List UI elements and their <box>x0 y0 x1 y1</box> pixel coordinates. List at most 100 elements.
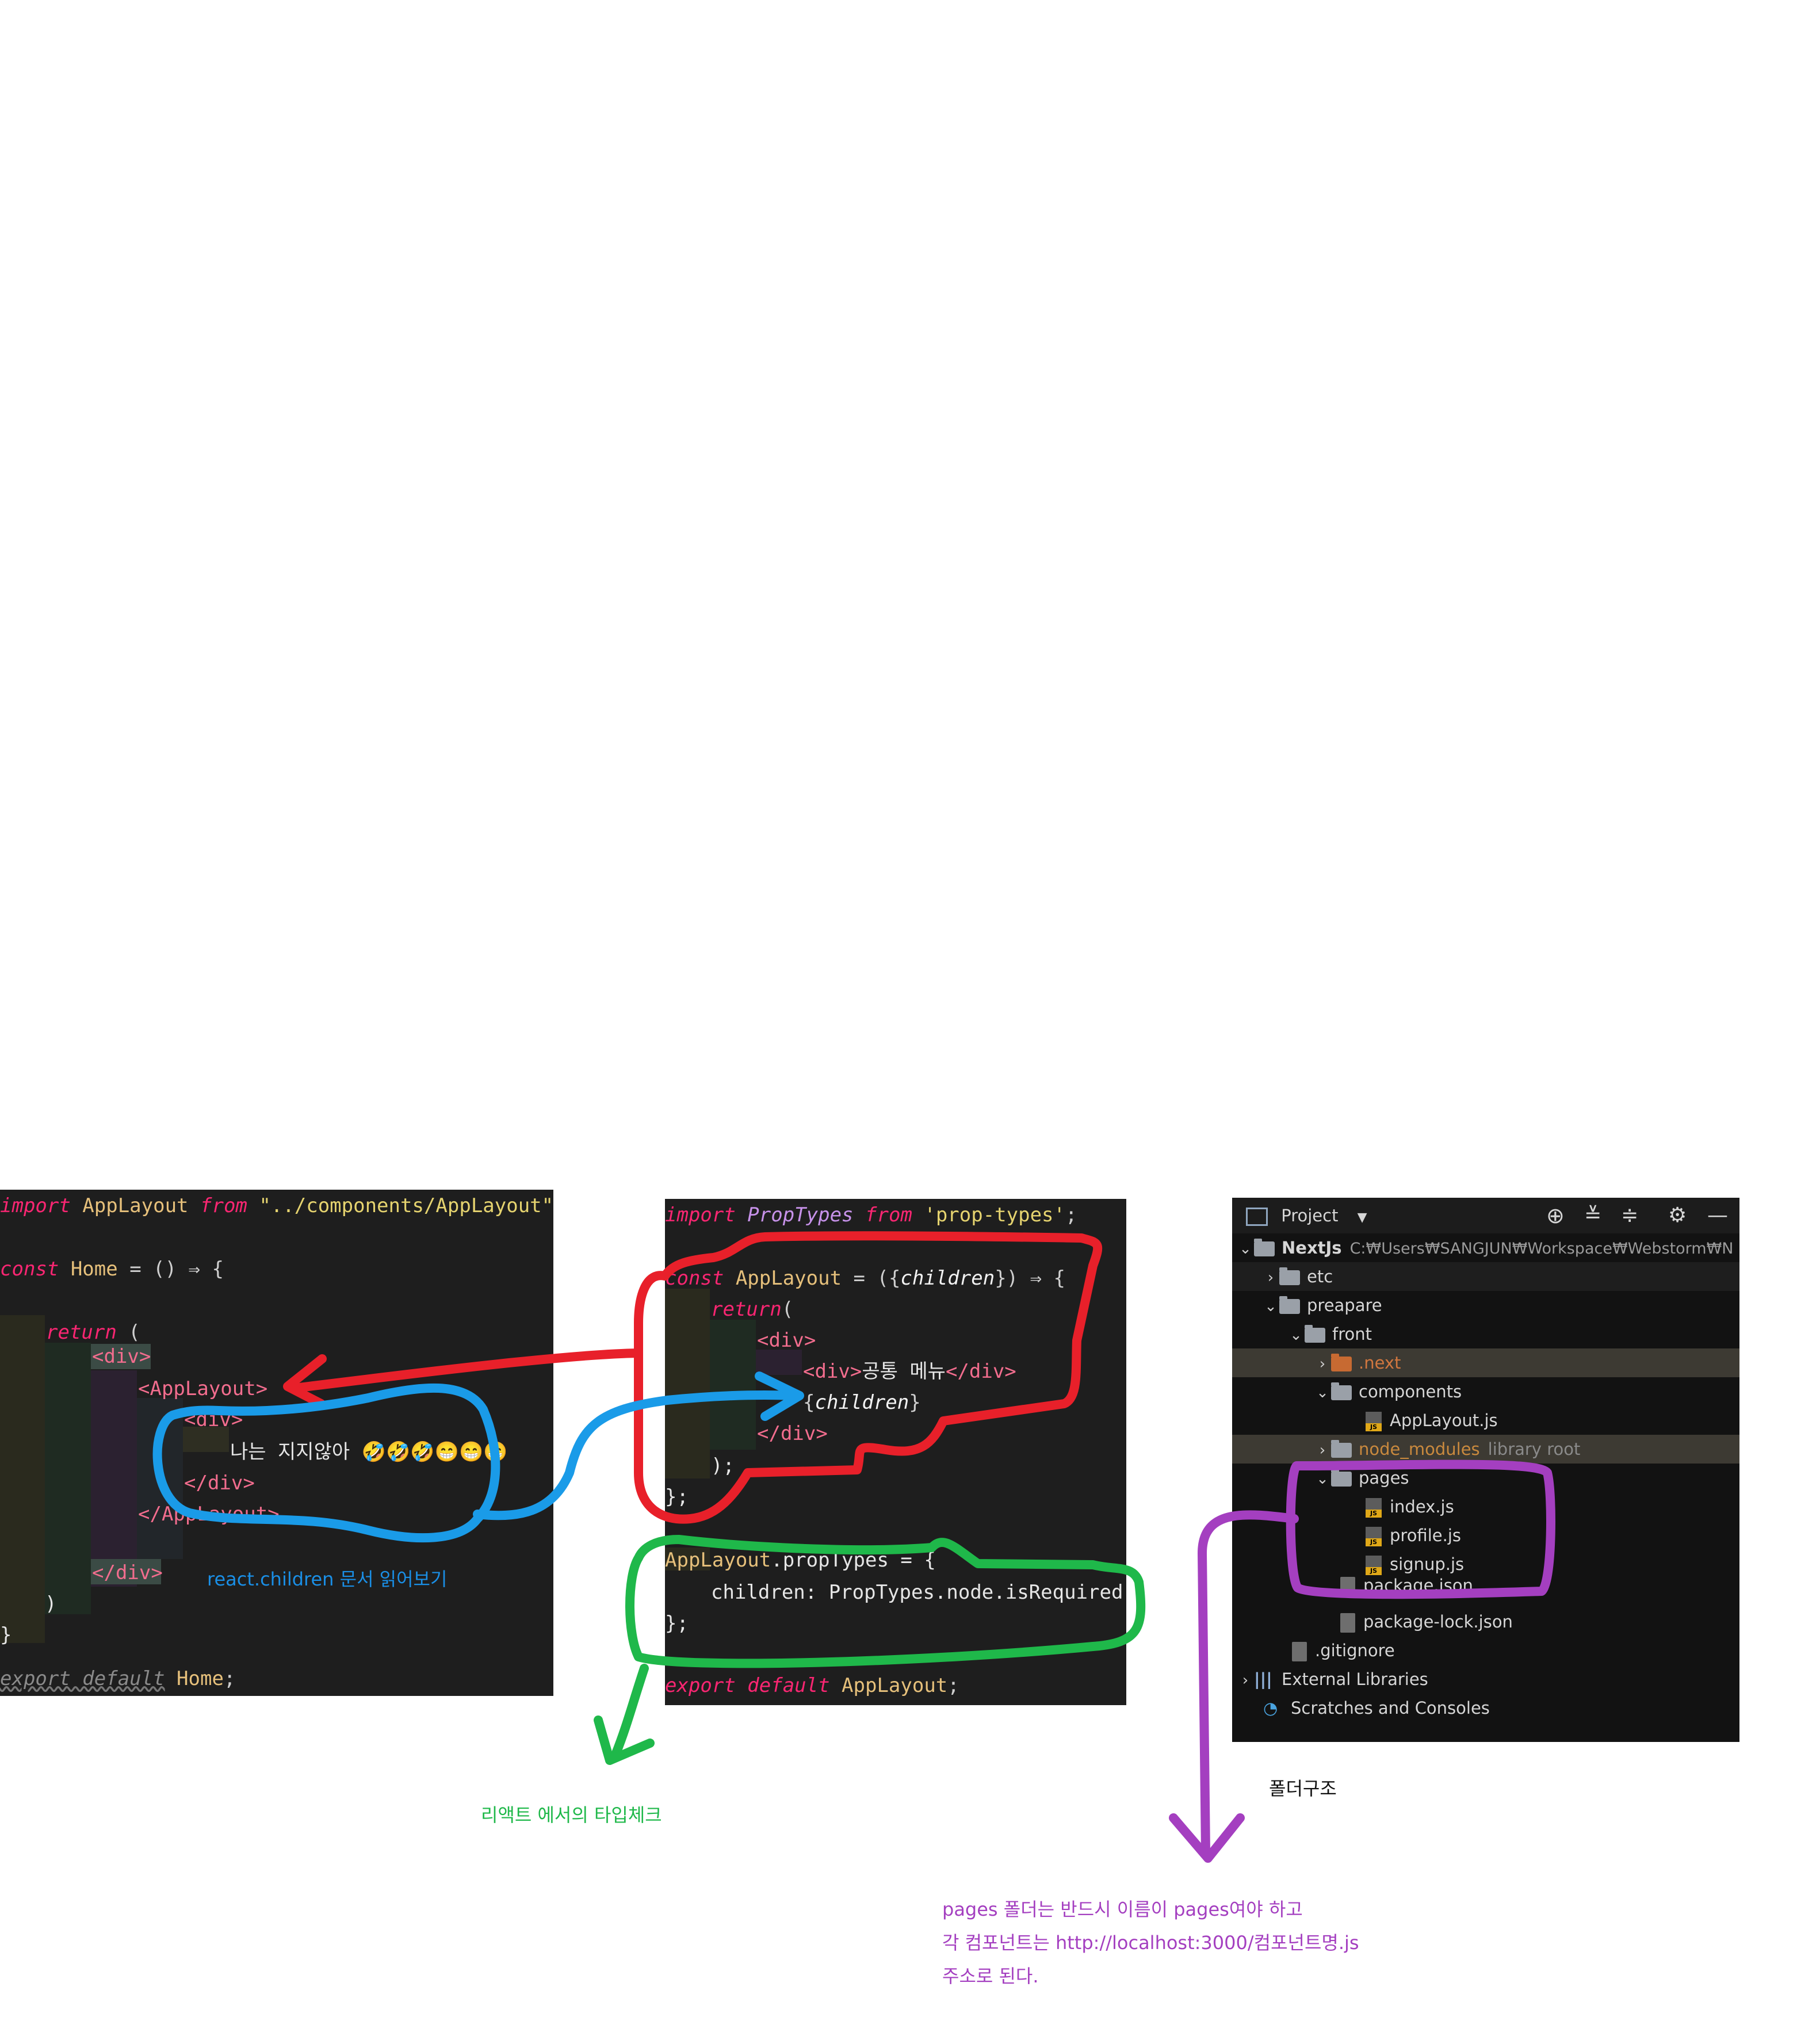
js-file-icon <box>1366 1527 1382 1546</box>
type-check-note: 리액트 에서의 타입체크 <box>481 1804 662 1826</box>
item-label: preapare <box>1307 1296 1382 1315</box>
tree-item-package-lock-json[interactable]: package-lock.json <box>1232 1607 1739 1636</box>
punc: = () ⇒ { <box>117 1258 224 1281</box>
minimize-icon[interactable]: — <box>1707 1198 1728 1233</box>
chevron-down-icon[interactable]: ⌄ <box>1262 1292 1279 1321</box>
code-line-12: }; <box>665 1612 689 1635</box>
expand-all-icon[interactable]: ≚ <box>1584 1198 1601 1233</box>
code-line-10: </div> <box>92 1561 163 1584</box>
ident: PropTypes <box>735 1203 865 1227</box>
tree-item-pages[interactable]: ⌄ pages <box>1232 1464 1739 1492</box>
react-children-note: react.children 문서 읽어보기 <box>207 1568 448 1590</box>
tree-item-profile-js[interactable]: profile.js <box>1232 1521 1739 1550</box>
chevron-right-icon[interactable]: › <box>1314 1436 1331 1465</box>
ident: AppLayout <box>70 1194 200 1217</box>
chevron-right-icon[interactable]: › <box>1262 1263 1279 1292</box>
code-line-3: return ( <box>46 1319 140 1346</box>
item-label: signup.js <box>1390 1554 1465 1574</box>
code-line-11: ) <box>45 1592 57 1615</box>
folder-icon <box>1279 1267 1300 1285</box>
tree-item-front[interactable]: ⌄ front <box>1232 1320 1739 1348</box>
folder-icon <box>1331 1469 1352 1487</box>
tree-item-gitignore[interactable]: .gitignore <box>1232 1636 1739 1665</box>
folder-icon <box>1305 1325 1325 1343</box>
project-header: Project ▼ ⊕ ≚ ≑ ⚙ — <box>1232 1198 1739 1233</box>
indent-guide-1 <box>665 1289 710 1478</box>
kw-export-default: export default <box>665 1674 830 1697</box>
chevron-down-icon[interactable]: ⌄ <box>1287 1321 1305 1350</box>
ident: AppLayout <box>829 1674 948 1697</box>
ident: AppLayout <box>724 1267 842 1290</box>
item-label: pages <box>1359 1468 1409 1488</box>
json-file-icon <box>1340 1577 1355 1596</box>
project-tool-window[interactable]: Project ▼ ⊕ ≚ ≑ ⚙ — ⌄ NextJs C:₩Users₩SANG… <box>1232 1198 1739 1742</box>
string: 'prop-types' <box>912 1203 1065 1227</box>
tree-item-next[interactable]: › .next <box>1232 1348 1739 1377</box>
project-title[interactable]: Project <box>1281 1206 1338 1225</box>
chevron-down-icon[interactable]: ⌄ <box>1314 1465 1331 1493</box>
item-label: package.json <box>1363 1576 1473 1595</box>
item-suffix: library root <box>1488 1439 1581 1459</box>
ident: AppLayout <box>665 1549 771 1572</box>
tag: </div> <box>945 1360 1016 1383</box>
green-arrowhead <box>594 1715 655 1765</box>
item-label: Scratches and Consoles <box>1291 1698 1490 1718</box>
root-path: C:₩Users₩SANGJUN₩Workspace₩Webstorm₩N <box>1349 1240 1734 1258</box>
item-label: package-lock.json <box>1363 1612 1513 1632</box>
tree-item-preapare[interactable]: ⌄ preapare <box>1232 1291 1739 1320</box>
applayout-code-editor[interactable]: import PropTypes from 'prop-types'; cons… <box>665 1199 1126 1705</box>
punc: ; <box>223 1667 236 1690</box>
tree-item-node-modules[interactable]: › node_modules library root <box>1232 1435 1739 1464</box>
chevron-right-icon[interactable]: › <box>1314 1350 1331 1378</box>
chevron-down-icon[interactable]: ⌄ <box>1237 1235 1254 1263</box>
home-code-editor[interactable]: import AppLayout from "../components/App… <box>0 1190 553 1696</box>
tree-item-scratches[interactable]: ◔ Scratches and Consoles <box>1232 1694 1739 1722</box>
folder-icon <box>1254 1239 1275 1256</box>
indent-guide-4 <box>137 1398 183 1559</box>
param: children <box>815 1391 909 1414</box>
folder-structure-note: 폴더구조 <box>1269 1778 1337 1799</box>
tree-item-index-js[interactable]: index.js <box>1232 1492 1739 1521</box>
kw-return: return <box>46 1321 117 1344</box>
item-label: .gitignore <box>1315 1641 1395 1660</box>
js-file-icon <box>1366 1412 1382 1431</box>
item-label: External Libraries <box>1282 1669 1428 1689</box>
gear-icon[interactable]: ⚙ <box>1668 1198 1687 1233</box>
param: children <box>900 1267 995 1290</box>
ident: Home <box>59 1258 118 1281</box>
kw-import: import <box>0 1194 71 1217</box>
code-line-9: }; <box>665 1485 689 1508</box>
punc: }) ⇒ { <box>995 1267 1066 1290</box>
locate-icon[interactable]: ⊕ <box>1546 1198 1565 1233</box>
tree-item-external-libraries[interactable]: › ||| External Libraries <box>1232 1665 1739 1694</box>
tree-item-etc[interactable]: › etc <box>1232 1262 1739 1291</box>
project-window-icon <box>1246 1208 1268 1226</box>
tree-item-package-json[interactable]: package.json <box>1232 1574 1739 1597</box>
pages-note-line-2: 각 컴포넌트는 http://localhost:3000/컴포넌트명.js <box>942 1932 1359 1954</box>
indent-guide-3 <box>91 1370 137 1587</box>
string: "../components/AppLayout" <box>247 1194 553 1217</box>
tree-item-components[interactable]: ⌄ components <box>1232 1377 1739 1406</box>
green-arrow <box>611 1664 649 1759</box>
item-label: node_modules <box>1359 1439 1480 1459</box>
code-line-13: export default Home; <box>0 1665 235 1692</box>
kw-import: import <box>665 1203 736 1227</box>
punc: } <box>909 1391 921 1414</box>
item-label: etc <box>1307 1267 1333 1286</box>
chevron-down-icon[interactable]: ▼ <box>1358 1210 1367 1225</box>
code-line-8: </div> <box>184 1472 255 1495</box>
code-line-5: <AppLayout> <box>138 1377 268 1400</box>
root-name: NextJs <box>1282 1238 1342 1258</box>
punc: ; <box>1065 1203 1077 1227</box>
chevron-down-icon[interactable]: ⌄ <box>1314 1378 1331 1407</box>
pages-note-line-3: 주소로 된다. <box>942 1965 1039 1987</box>
collapse-all-icon[interactable]: ≑ <box>1621 1198 1638 1233</box>
tree-item-applayout-js[interactable]: AppLayout.js <box>1232 1406 1739 1435</box>
item-label: index.js <box>1390 1497 1454 1516</box>
item-label: .next <box>1359 1353 1401 1373</box>
chevron-right-icon[interactable]: › <box>1237 1666 1254 1695</box>
gitignore-file-icon <box>1292 1642 1307 1661</box>
kw-return: return <box>711 1298 782 1321</box>
tree-root[interactable]: ⌄ NextJs C:₩Users₩SANGJUN₩Workspace₩Websto… <box>1232 1233 1739 1262</box>
code-line-4: <div> <box>92 1345 151 1368</box>
